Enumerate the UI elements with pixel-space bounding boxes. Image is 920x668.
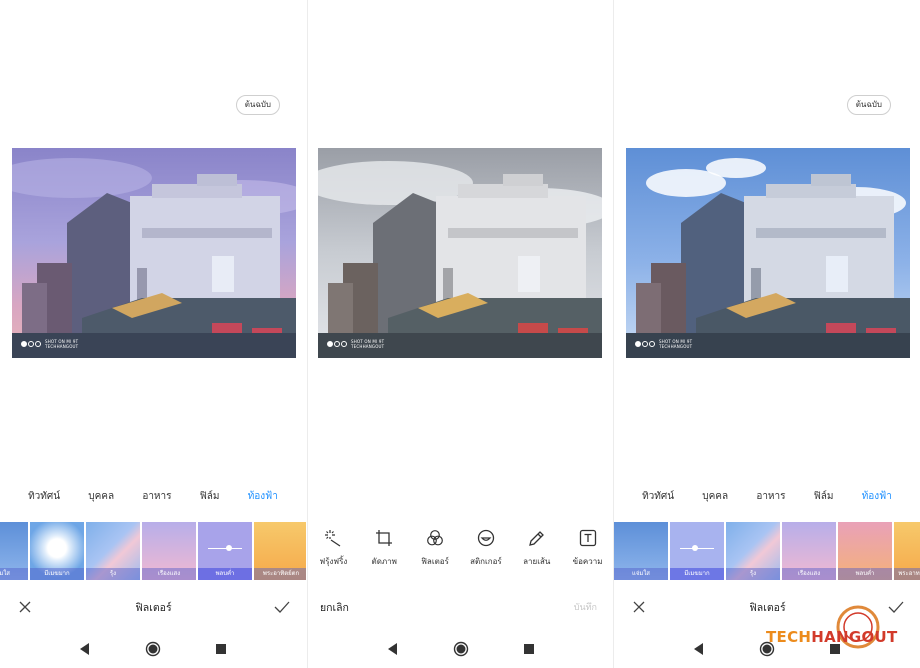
intensity-slider-knob[interactable] <box>692 545 698 551</box>
save-button[interactable]: บันทึก <box>574 600 597 614</box>
tab-food[interactable]: อาหาร <box>142 489 171 504</box>
building-photo <box>318 148 602 358</box>
editor-panel-filters-dusk: ต้นฉบับ SHOT ON MI 9T TECHHANGOUT ทิวทัศ… <box>0 0 306 668</box>
pencil-icon <box>526 528 548 548</box>
tool-beautify[interactable]: ฟรุ้งฟริ้ง <box>308 528 359 568</box>
tool-text[interactable]: ข้อความ <box>562 528 613 568</box>
tab-sky[interactable]: ท้องฟ้า <box>248 489 278 504</box>
tool-draw[interactable]: ลายเส้น <box>511 528 562 568</box>
edit-tools-row: ฟรุ้งฟริ้ง ตัดภาพ ฟิลเตอร์ สติกเกอร์ ลาย… <box>308 528 613 568</box>
filter-title: ฟิลเตอร์ <box>135 601 172 614</box>
filter-thumb-glow[interactable]: เรืองแสง <box>782 522 836 580</box>
back-icon[interactable] <box>77 641 93 657</box>
tool-sticker[interactable]: สติกเกอร์ <box>460 528 511 568</box>
back-icon[interactable] <box>691 641 707 657</box>
camera-watermark: SHOT ON MI 9T TECHHANGOUT <box>635 339 692 349</box>
building-photo <box>626 148 910 358</box>
filter-thumb-clear[interactable]: แจ่มใส <box>614 522 668 580</box>
filter-thumb-sunset[interactable]: พระอาทิตย์ตก <box>254 522 306 580</box>
recents-icon[interactable] <box>213 641 229 657</box>
filter-thumb-sunset[interactable]: พระอาท <box>894 522 920 580</box>
close-icon[interactable] <box>17 599 33 615</box>
original-button[interactable]: ต้นฉบับ <box>235 95 280 115</box>
original-button[interactable]: ต้นฉบับ <box>846 95 891 115</box>
magic-wand-icon <box>322 528 344 548</box>
text-icon <box>577 528 599 548</box>
intensity-slider-track[interactable] <box>208 548 242 549</box>
cancel-button[interactable]: ยกเลิก <box>320 599 349 616</box>
recents-icon[interactable] <box>521 641 537 657</box>
filter-thumbnail-strip: แจ่มใส มีเมฆมาก รุ้ง เรืองแสง พลบค่ำ พระ… <box>614 522 920 580</box>
tab-portrait[interactable]: บุคคล <box>702 489 728 504</box>
filter-thumb-rainbow[interactable]: รุ้ง <box>86 522 140 580</box>
smiley-icon <box>475 528 497 548</box>
filter-thumb-glow[interactable]: เรืองแสง <box>142 522 196 580</box>
tab-film[interactable]: ฟิล์ม <box>814 489 834 504</box>
tab-landscape[interactable]: ทิวทัศน์ <box>28 489 60 504</box>
crop-icon <box>373 528 395 548</box>
techhangout-logo: TECHHANGOUT <box>766 596 906 662</box>
photo-preview: SHOT ON MI 9T TECHHANGOUT <box>626 148 910 358</box>
intensity-slider-knob[interactable] <box>226 545 232 551</box>
filter-thumb-dusk[interactable]: พลบค่ำ <box>838 522 892 580</box>
tab-portrait[interactable]: บุคคล <box>88 489 114 504</box>
tab-sky[interactable]: ท้องฟ้า <box>862 489 892 504</box>
tab-film[interactable]: ฟิล์ม <box>200 489 220 504</box>
filter-thumb-rainbow[interactable]: รุ้ง <box>726 522 780 580</box>
photo-preview: SHOT ON MI 9T TECHHANGOUT <box>12 148 296 358</box>
tab-landscape[interactable]: ทิวทัศน์ <box>642 489 674 504</box>
filter-action-bar: ฟิลเตอร์ <box>0 594 306 620</box>
home-icon[interactable] <box>453 641 469 657</box>
editor-panel-filters-cloudy: ต้นฉบับ SHOT ON MI 9T TECHHANGOUT ทิวทัศ… <box>613 0 920 668</box>
watermark-dots-icon <box>327 341 347 347</box>
photo-preview: SHOT ON MI 9T TECHHANGOUT <box>318 148 602 358</box>
edit-action-bar: ยกเลิก บันทึก <box>308 594 613 620</box>
filter-thumb-cloudy[interactable]: มีเมฆมาก <box>30 522 84 580</box>
check-icon[interactable] <box>274 599 290 615</box>
filter-category-tabs: ทิวทัศน์ บุคคล อาหาร ฟิล์ม ท้องฟ้า <box>614 489 920 504</box>
system-navbar <box>308 636 613 662</box>
watermark-line2: TECHHANGOUT <box>659 344 693 349</box>
filter-thumbnail-strip: แจ่มใส มีเมฆมาก รุ้ง เรืองแสง พลบค่ำ พระ… <box>0 522 306 580</box>
tab-food[interactable]: อาหาร <box>756 489 785 504</box>
filter-circles-icon <box>424 528 446 548</box>
camera-watermark: SHOT ON MI 9T TECHHANGOUT <box>21 339 78 349</box>
system-navbar <box>0 636 306 662</box>
watermark-dots-icon <box>635 341 655 347</box>
watermark-dots-icon <box>21 341 41 347</box>
close-icon[interactable] <box>631 599 647 615</box>
editor-panel-tools: SHOT ON MI 9T TECHHANGOUT ฟรุ้งฟริ้ง ตัด… <box>307 0 613 668</box>
filter-thumb-dusk[interactable]: พลบค่ำ <box>198 522 252 580</box>
filter-category-tabs: ทิวทัศน์ บุคคล อาหาร ฟิล์ม ท้องฟ้า <box>0 489 306 504</box>
tool-crop[interactable]: ตัดภาพ <box>359 528 410 568</box>
watermark-line2: TECHHANGOUT <box>351 344 385 349</box>
home-icon[interactable] <box>145 641 161 657</box>
back-icon[interactable] <box>385 641 401 657</box>
filter-thumb-cloudy[interactable]: มีเมฆมาก <box>670 522 724 580</box>
logo-wordmark: TECHHANGOUT <box>766 628 898 646</box>
logo-ring-icon <box>836 605 880 649</box>
filter-thumb-clear[interactable]: แจ่มใส <box>0 522 28 580</box>
camera-watermark: SHOT ON MI 9T TECHHANGOUT <box>327 339 384 349</box>
building-photo <box>12 148 296 358</box>
tool-filter[interactable]: ฟิลเตอร์ <box>410 528 461 568</box>
watermark-line2: TECHHANGOUT <box>45 344 79 349</box>
